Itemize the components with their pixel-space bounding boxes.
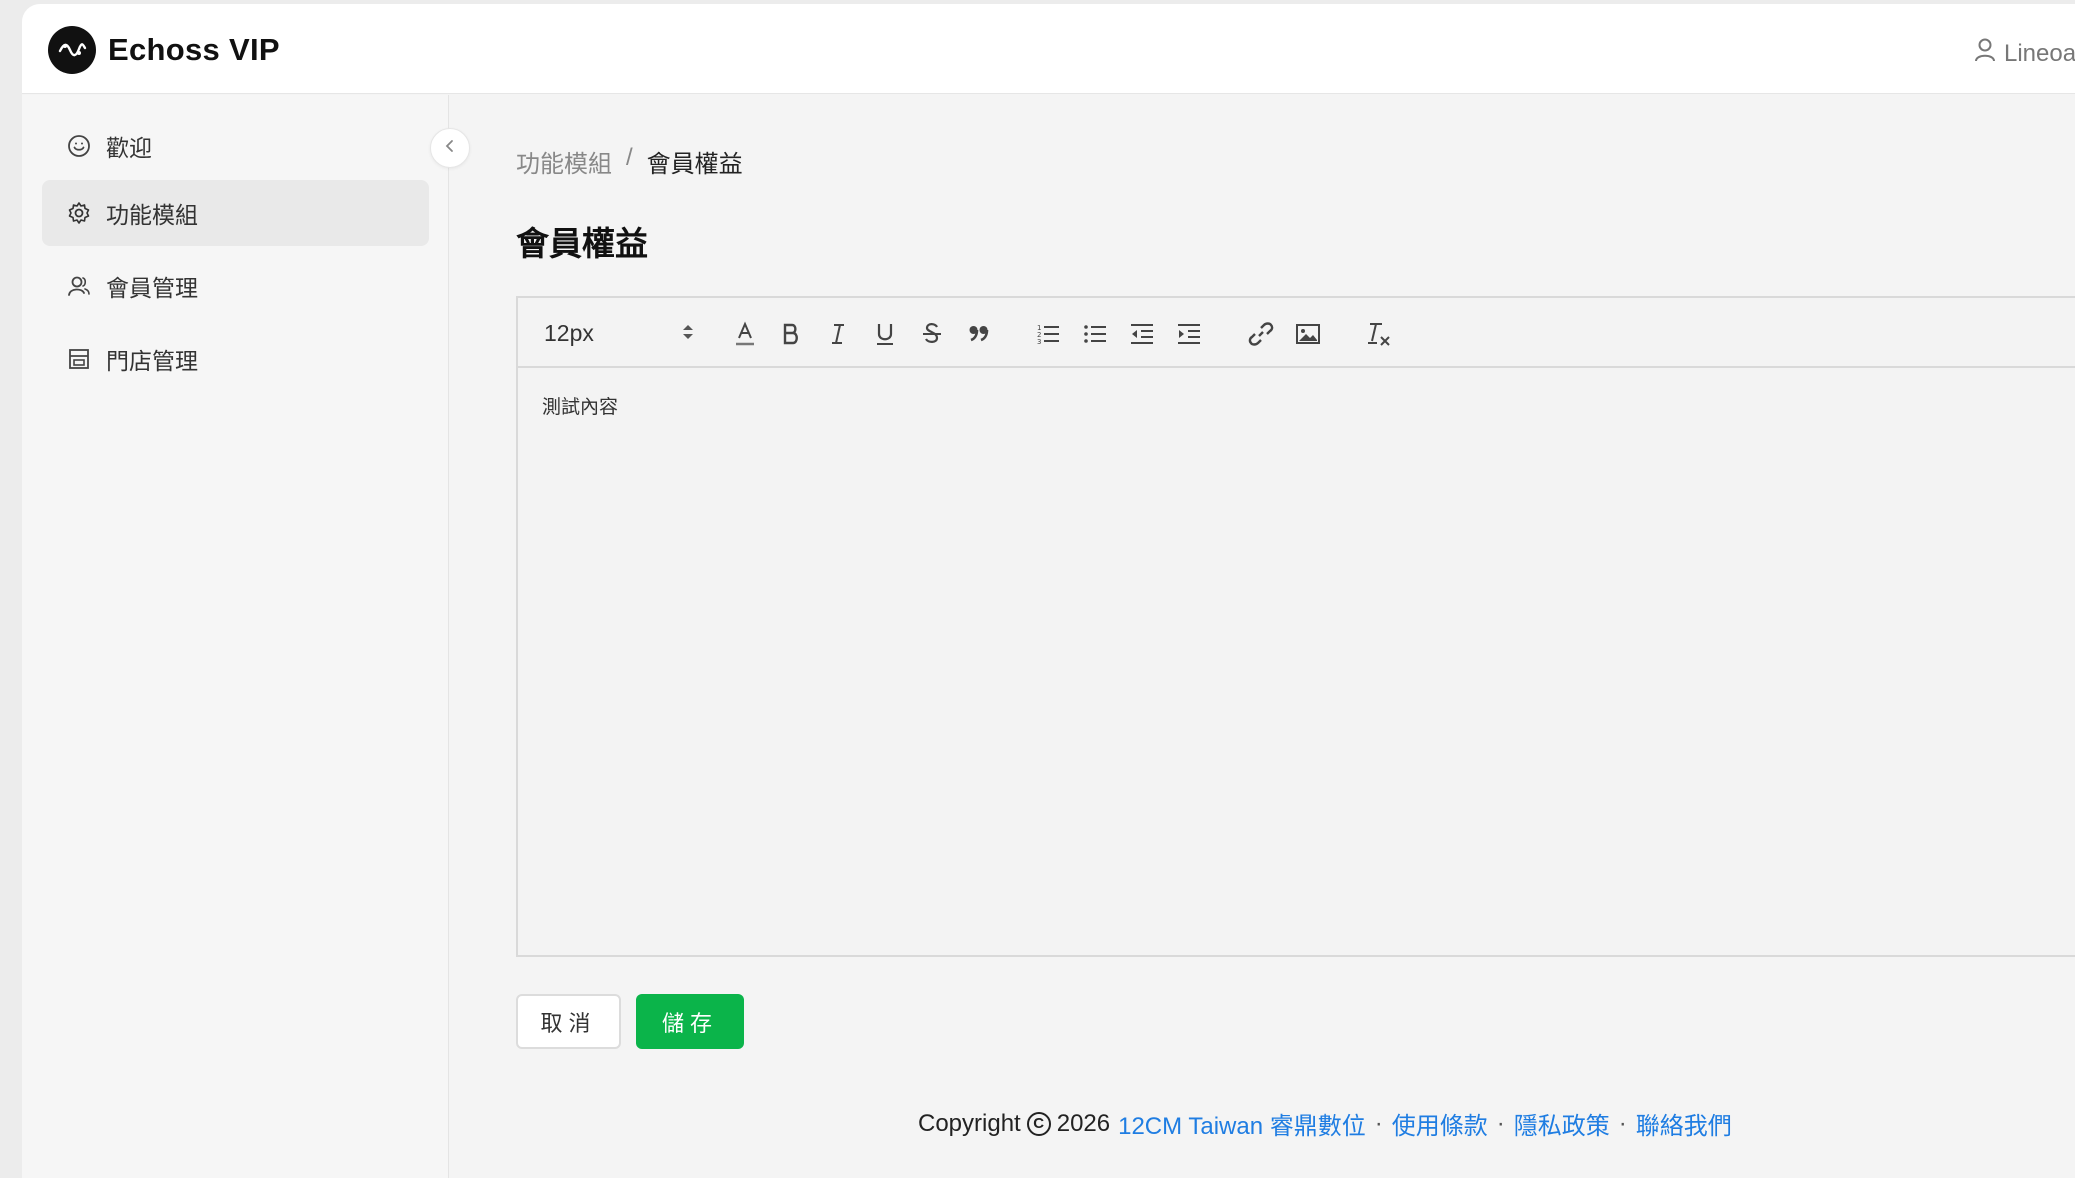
- copyright-text: Copyright: [918, 1109, 1021, 1137]
- sidebar-item-label: 歡迎: [106, 135, 152, 161]
- gear-icon: [66, 200, 92, 226]
- breadcrumb-parent[interactable]: 功能模組: [516, 144, 612, 179]
- font-size-select[interactable]: 12px: [544, 318, 694, 348]
- font-color-icon[interactable]: [730, 319, 760, 349]
- footer-dot: ·: [1618, 1109, 1627, 1137]
- copyright-icon: C: [1026, 1111, 1051, 1136]
- svg-text:3: 3: [1037, 338, 1041, 345]
- footer-dot: ·: [1374, 1109, 1383, 1137]
- page-title: 會員權益: [516, 225, 648, 262]
- sidebar-item-label: 門店管理: [106, 348, 198, 374]
- user-menu[interactable]: Lineoa: [1974, 38, 2075, 69]
- ordered-list-icon[interactable]: 123: [1033, 319, 1063, 349]
- sidebar-item-label: 功能模組: [106, 202, 198, 228]
- bullet-list-icon[interactable]: [1080, 319, 1110, 349]
- breadcrumb: 功能模組 / 會員權益: [516, 144, 743, 179]
- blockquote-icon[interactable]: [964, 319, 994, 349]
- privacy-link[interactable]: 隱私政策: [1514, 1106, 1610, 1141]
- app-title: Echoss VIP: [108, 32, 280, 67]
- image-icon[interactable]: [1293, 319, 1323, 349]
- bold-icon[interactable]: [776, 319, 806, 349]
- sidebar-item-members[interactable]: 會員管理: [42, 253, 429, 319]
- company-link[interactable]: 12CM Taiwan 睿鼎數位: [1118, 1106, 1366, 1141]
- logo-icon[interactable]: [48, 26, 96, 74]
- users-icon: [66, 273, 92, 299]
- save-button[interactable]: 儲存: [636, 994, 744, 1049]
- sidebar-item-modules[interactable]: 功能模組: [42, 180, 429, 246]
- top-bar: Echoss VIP Lineoa: [22, 4, 2075, 94]
- font-size-value: 12px: [544, 319, 594, 346]
- copyright-year: 2026: [1056, 1109, 1111, 1137]
- user-name: Lineoa: [2004, 39, 2075, 67]
- footer: Copyright C 2026 12CM Taiwan 睿鼎數位 · 使用條款…: [918, 1106, 1732, 1141]
- store-icon: [66, 346, 92, 372]
- editor-toolbar: 12px 123: [518, 298, 2075, 368]
- contact-link[interactable]: 聯絡我們: [1636, 1106, 1732, 1141]
- indent-icon[interactable]: [1174, 319, 1204, 349]
- sidebar-item-stores[interactable]: 門店管理: [42, 326, 429, 392]
- strikethrough-icon[interactable]: [917, 319, 947, 349]
- sidebar: 歡迎 功能模組 會員管理 門店管理: [22, 95, 449, 1178]
- sidebar-item-welcome[interactable]: 歡迎: [42, 113, 429, 179]
- editor-content[interactable]: 測試內容: [542, 392, 618, 419]
- breadcrumb-current: 會員權益: [646, 151, 743, 178]
- updown-icon: [682, 320, 694, 347]
- app-window: Echoss VIP Lineoa 歡迎 功能模組 會員管理 門店管理 功能模組…: [22, 4, 2075, 1178]
- breadcrumb-separator: /: [626, 144, 633, 171]
- footer-dot: ·: [1496, 1109, 1505, 1137]
- smile-icon: [66, 133, 92, 159]
- italic-icon[interactable]: [823, 319, 853, 349]
- clear-format-icon[interactable]: [1364, 319, 1394, 349]
- terms-link[interactable]: 使用條款: [1392, 1106, 1488, 1141]
- rich-text-editor: 12px 123 測試內容: [516, 296, 2075, 957]
- link-icon[interactable]: [1246, 319, 1276, 349]
- chevron-left-icon: [443, 139, 457, 158]
- user-icon: [1974, 38, 1996, 69]
- underline-icon[interactable]: [870, 319, 900, 349]
- sidebar-item-label: 會員管理: [106, 275, 198, 301]
- sidebar-collapse-button[interactable]: [430, 128, 470, 168]
- cancel-button[interactable]: 取消: [516, 994, 621, 1049]
- outdent-icon[interactable]: [1127, 319, 1157, 349]
